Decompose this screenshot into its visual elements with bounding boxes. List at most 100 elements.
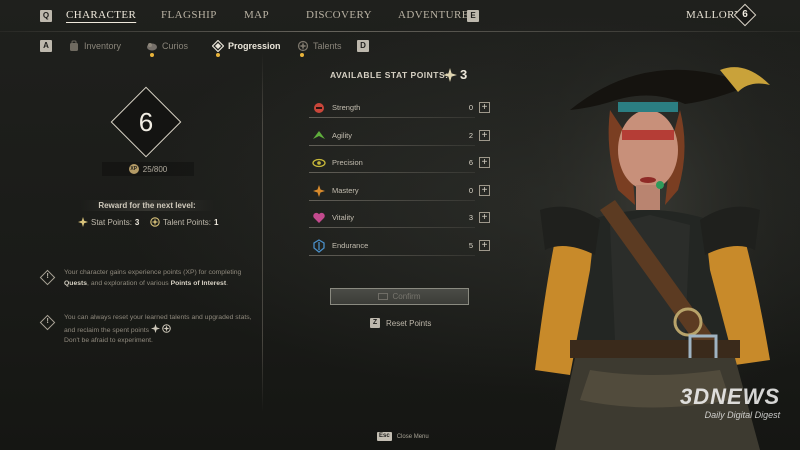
close-menu-label: Close Menu — [396, 433, 429, 440]
increase-strength-button[interactable]: + — [479, 102, 490, 113]
subtab-curios[interactable]: Curios — [146, 40, 188, 52]
mastery-icon — [313, 185, 325, 197]
progression-notification-dot — [216, 53, 220, 57]
precision-eye-icon — [312, 158, 326, 168]
stat-value: 3 — [468, 213, 473, 222]
stat-name: Endurance — [332, 241, 369, 250]
stat-divider — [309, 172, 475, 173]
stat-row-mastery: Mastery 0 + — [309, 181, 491, 201]
stat-points-icon — [443, 68, 457, 82]
stat-row-agility: Agility 2 + — [309, 126, 491, 146]
stat-divider — [309, 200, 475, 201]
next-subtab-key[interactable]: D — [357, 40, 369, 52]
close-menu-button[interactable]: Esc Close Menu — [377, 432, 429, 441]
xp-info-text: Your character gains experience points (… — [64, 269, 242, 287]
stat-name: Mastery — [332, 186, 359, 195]
stat-name: Precision — [332, 158, 363, 167]
reset-points-label: Reset Points — [386, 318, 432, 328]
stat-value: 5 — [468, 241, 473, 250]
xp-badge-icon: XP — [128, 164, 139, 174]
subtab-inventory-label: Inventory — [84, 41, 122, 51]
stat-value: 6 — [468, 158, 473, 167]
stat-divider — [309, 227, 475, 228]
reset-info-tip: ! You can always reset your learned tale… — [39, 313, 260, 347]
reset-info-text: You can always reset your learned talent… — [64, 314, 252, 344]
talent-icon — [297, 40, 309, 52]
confirm-label: Confirm — [392, 292, 421, 301]
prev-tab-key[interactable]: Q — [40, 10, 52, 22]
stat-name: Vitality — [332, 213, 354, 222]
xp-progress: XP 25/800 — [102, 162, 194, 176]
tab-character[interactable]: Character — [66, 9, 136, 21]
esc-key: Esc — [377, 432, 392, 441]
stat-value: 0 — [468, 186, 473, 195]
stat-name: Strength — [332, 103, 361, 112]
stat-divider — [309, 117, 475, 118]
progression-diamond-icon — [212, 40, 224, 52]
watermark-brand: 3DNEWS — [680, 384, 781, 409]
subtab-inventory[interactable]: Inventory — [68, 40, 121, 52]
stat-row-vitality: Vitality 3 + — [309, 208, 491, 228]
reward-heading: Reward for the next level: — [80, 200, 214, 211]
tab-flagship[interactable]: Flagship — [161, 9, 217, 21]
subtab-curios-label: Curios — [162, 41, 189, 51]
prev-subtab-key[interactable]: A — [40, 40, 52, 52]
top-navigation: Q Character Flagship Map Discovery Adven… — [0, 0, 800, 32]
stat-points-icon — [150, 323, 160, 333]
talent-points-value: 1 — [214, 217, 219, 227]
next-tab-key[interactable]: E — [467, 10, 479, 22]
endurance-icon — [313, 239, 325, 253]
player-level: 6 — [742, 9, 748, 20]
increase-agility-button[interactable]: + — [479, 130, 490, 141]
stat-row-strength: Strength 0 + — [309, 98, 491, 118]
subtab-progression-label: Progression — [228, 41, 281, 51]
xp-info-tip: ! Your character gains experience points… — [39, 268, 260, 302]
available-stat-points-value: 3 — [460, 67, 468, 82]
increase-vitality-button[interactable]: + — [479, 212, 490, 223]
panel-divider — [262, 52, 263, 412]
stat-row-endurance: Endurance 5 + — [309, 236, 491, 256]
talent-points-icon — [162, 323, 171, 333]
reward-talent-points: Talent Points: 1 — [150, 217, 218, 227]
talents-notification-dot — [300, 53, 304, 57]
reset-points-button[interactable]: Z Reset Points — [370, 318, 431, 328]
increase-endurance-button[interactable]: + — [479, 240, 490, 251]
reward-stat-points: Stat Points: 3 — [78, 217, 139, 227]
current-level: 6 — [138, 107, 154, 137]
subtab-progression[interactable]: Progression — [212, 40, 281, 52]
reset-key: Z — [370, 318, 380, 328]
backpack-icon — [70, 40, 78, 51]
keyboard-icon — [378, 293, 389, 300]
stat-divider — [309, 255, 475, 256]
watermark-tagline: Daily Digital Digest — [704, 410, 781, 420]
stat-points-value: 3 — [134, 217, 140, 227]
increase-mastery-button[interactable]: + — [479, 185, 490, 196]
info-warning-icon: ! — [39, 269, 56, 286]
nav-divider — [0, 31, 800, 32]
stat-name: Agility — [332, 131, 353, 140]
talent-points-label: Talent Points: — [163, 217, 212, 227]
subtab-talents-label: Talents — [313, 41, 342, 51]
info-warning-icon: ! — [39, 314, 56, 331]
tab-adventure[interactable]: Adventure — [398, 9, 469, 21]
stat-value: 0 — [468, 103, 473, 112]
stat-value: 2 — [468, 131, 473, 140]
xp-text: 25/800 — [142, 164, 168, 174]
watermark: 3DNEWS Daily Digital Digest — [680, 384, 781, 421]
stat-divider — [309, 145, 475, 146]
curios-notification-dot — [150, 53, 154, 57]
tab-map[interactable]: Map — [244, 9, 269, 21]
tab-discovery[interactable]: Discovery — [306, 9, 372, 21]
agility-icon — [313, 131, 325, 139]
curio-icon — [147, 43, 157, 51]
subtab-talents[interactable]: Talents — [297, 40, 342, 52]
stat-points-label: Stat Points: — [91, 217, 132, 227]
confirm-button[interactable]: Confirm — [330, 288, 469, 305]
strength-icon — [314, 103, 324, 113]
increase-precision-button[interactable]: + — [479, 157, 490, 168]
stat-points-icon — [78, 217, 88, 227]
vitality-heart-icon — [313, 212, 325, 223]
talent-points-icon — [150, 217, 160, 227]
stat-row-precision: Precision 6 + — [309, 153, 491, 173]
available-stat-points-label: AVAILABLE STAT POINTS: — [330, 70, 449, 80]
